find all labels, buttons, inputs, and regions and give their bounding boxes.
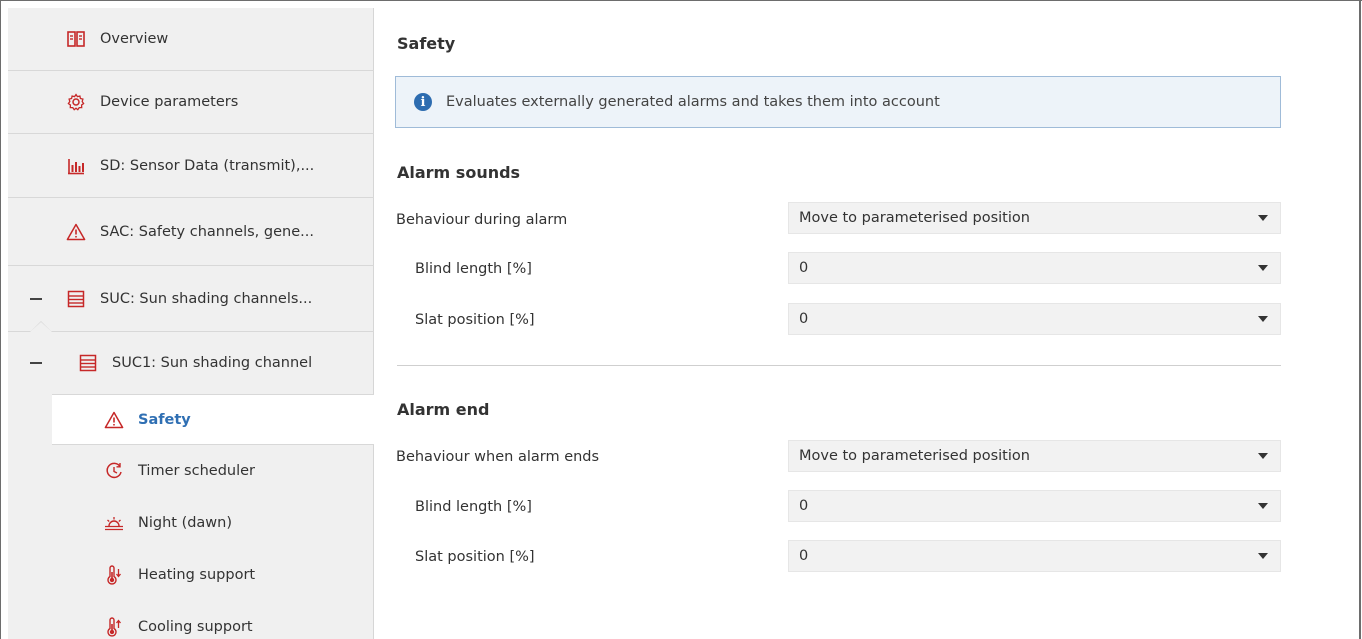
sidebar-item-device-parameters[interactable]: Device parameters [8, 71, 374, 134]
sidebar-subitem-label: Night (dawn) [138, 515, 233, 531]
select-value: Move to parameterised position [799, 210, 1030, 226]
dawn-icon [104, 513, 124, 533]
select-value: Move to parameterised position [799, 448, 1030, 464]
thermometer-heat-icon [104, 565, 124, 585]
blind-icon [78, 353, 98, 373]
collapse-icon[interactable] [30, 298, 42, 300]
sidebar-subitem-night-dawn[interactable]: Night (dawn) [52, 497, 374, 549]
window-top-border [0, 0, 1362, 1]
sidebar-item-suc1[interactable]: SUC1: Sun shading channel [8, 332, 374, 394]
warning-icon [66, 222, 86, 242]
select-value: 0 [799, 311, 809, 327]
thermometer-cool-icon [104, 617, 124, 637]
end-blind-length-select[interactable]: 0 [788, 490, 1281, 522]
main-panel: Safety i Evaluates externally generated … [375, 8, 1359, 639]
sidebar-item-label: SUC: Sun shading channels... [100, 290, 313, 307]
bar-chart-icon [66, 156, 86, 176]
behaviour-when-alarm-ends-select[interactable]: Move to parameterised position [788, 440, 1281, 472]
sidebar-item-sensor-data[interactable]: SD: Sensor Data (transmit),... [8, 134, 374, 198]
sidebar-navigation: Overview Device parameters SD: Sensor Da… [8, 8, 374, 639]
tree-connector-arrow-fill [30, 322, 52, 332]
behaviour-when-alarm-ends-label: Behaviour when alarm ends [396, 449, 600, 465]
end-slat-position-select[interactable]: 0 [788, 540, 1281, 572]
sidebar-item-label: SD: Sensor Data (transmit),... [100, 157, 315, 174]
blind-icon [66, 289, 86, 309]
chevron-down-icon [1258, 503, 1268, 509]
collapse-icon[interactable] [30, 362, 42, 364]
section-heading-alarm-sounds: Alarm sounds [397, 163, 521, 182]
clock-icon [104, 461, 124, 481]
end-blind-length-label: Blind length [%] [415, 499, 532, 515]
sidebar-subitem-label: Safety [138, 411, 191, 428]
chevron-down-icon [1258, 265, 1268, 271]
select-value: 0 [799, 548, 809, 564]
window-left-border [0, 0, 1, 639]
sidebar-subitem-cooling-support[interactable]: Cooling support [52, 601, 374, 639]
sidebar-item-label: SAC: Safety channels, gene... [100, 223, 314, 240]
sidebar-item-overview[interactable]: Overview [8, 8, 374, 71]
chevron-down-icon [1258, 316, 1268, 322]
chevron-down-icon [1258, 553, 1268, 559]
sidebar-subitem-heating-support[interactable]: Heating support [52, 549, 374, 601]
behaviour-during-alarm-label: Behaviour during alarm [396, 212, 568, 228]
page-title: Safety [397, 34, 456, 53]
sidebar-item-label: Overview [100, 31, 169, 47]
sidebar-subitem-label: Heating support [138, 567, 256, 583]
sidebar-item-label: SUC1: Sun shading channel [112, 355, 313, 371]
end-slat-position-label: Slat position [%] [415, 549, 535, 565]
alarm-slat-position-label: Slat position [%] [415, 312, 535, 328]
alarm-blind-length-label: Blind length [%] [415, 261, 532, 277]
sidebar-item-safety-channels[interactable]: SAC: Safety channels, gene... [8, 198, 374, 266]
alarm-blind-length-select[interactable]: 0 [788, 252, 1281, 284]
sidebar-subitem-label: Timer scheduler [138, 463, 255, 479]
alarm-slat-position-select[interactable]: 0 [788, 303, 1281, 335]
select-value: 0 [799, 498, 809, 514]
info-icon: i [414, 93, 432, 111]
section-heading-alarm-end: Alarm end [397, 400, 490, 419]
sidebar-subitem-label: Cooling support [138, 619, 253, 635]
section-divider [397, 365, 1281, 366]
chevron-down-icon [1258, 215, 1268, 221]
select-value: 0 [799, 260, 809, 276]
info-text: Evaluates externally generated alarms an… [446, 94, 940, 110]
warning-icon [104, 410, 124, 430]
book-icon [66, 29, 86, 49]
chevron-down-icon [1258, 453, 1268, 459]
behaviour-during-alarm-select[interactable]: Move to parameterised position [788, 202, 1281, 234]
sidebar-subitem-safety[interactable]: Safety [52, 394, 374, 445]
window-right-border [1359, 0, 1361, 639]
sidebar-item-sun-shading-channels[interactable]: SUC: Sun shading channels... [8, 266, 374, 332]
gear-icon [66, 92, 86, 112]
sidebar-subitem-timer-scheduler[interactable]: Timer scheduler [52, 445, 374, 497]
sidebar-item-label: Device parameters [100, 94, 239, 110]
info-banner: i Evaluates externally generated alarms … [395, 76, 1281, 128]
